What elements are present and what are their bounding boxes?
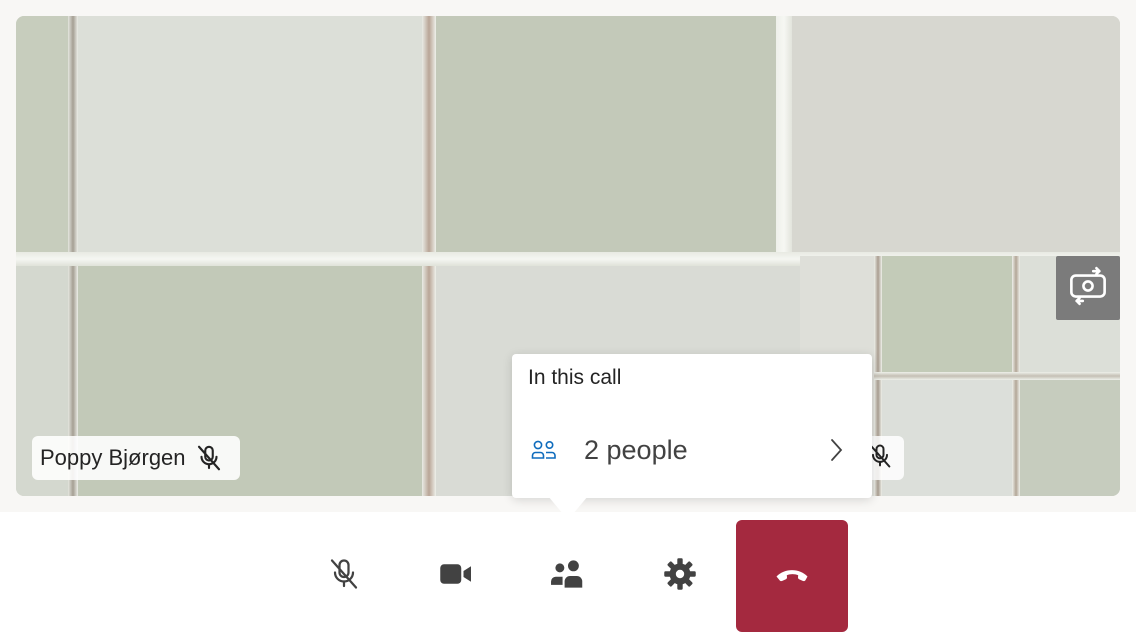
mute-button[interactable] xyxy=(288,520,400,632)
camera-button[interactable] xyxy=(400,520,512,632)
participants-button[interactable] xyxy=(512,520,624,632)
settings-button[interactable] xyxy=(624,520,736,632)
participant-name-badge: Poppy Bjørgen xyxy=(32,436,240,480)
wall-grout xyxy=(874,372,1120,380)
people-icon xyxy=(530,438,558,467)
popover-title: In this call xyxy=(528,366,622,389)
video-camera-icon xyxy=(438,556,474,597)
people-count-row[interactable]: 2 people xyxy=(512,422,872,478)
wall-grout xyxy=(776,16,792,266)
mic-off-icon xyxy=(194,443,224,473)
gear-icon xyxy=(662,556,698,597)
people-icon xyxy=(549,557,587,596)
wall-tile xyxy=(882,256,1012,372)
hang-up-button[interactable] xyxy=(736,520,848,632)
mic-off-icon xyxy=(326,556,362,597)
wall-tile xyxy=(78,16,422,252)
call-control-bar xyxy=(0,512,1136,640)
camera-switch-icon xyxy=(1067,265,1109,312)
switch-camera-button[interactable] xyxy=(1056,256,1120,320)
phone-hangup-icon xyxy=(774,564,810,589)
people-count-label: 2 people xyxy=(584,435,688,465)
wall-tile xyxy=(1020,380,1120,496)
wall-tile xyxy=(436,16,776,252)
in-this-call-popover: In this call 2 people xyxy=(512,354,872,498)
wall-tile xyxy=(16,16,68,256)
wall-tile xyxy=(792,16,1120,252)
chevron-right-icon xyxy=(826,436,846,469)
participant-name: Poppy Bjørgen xyxy=(40,445,186,470)
